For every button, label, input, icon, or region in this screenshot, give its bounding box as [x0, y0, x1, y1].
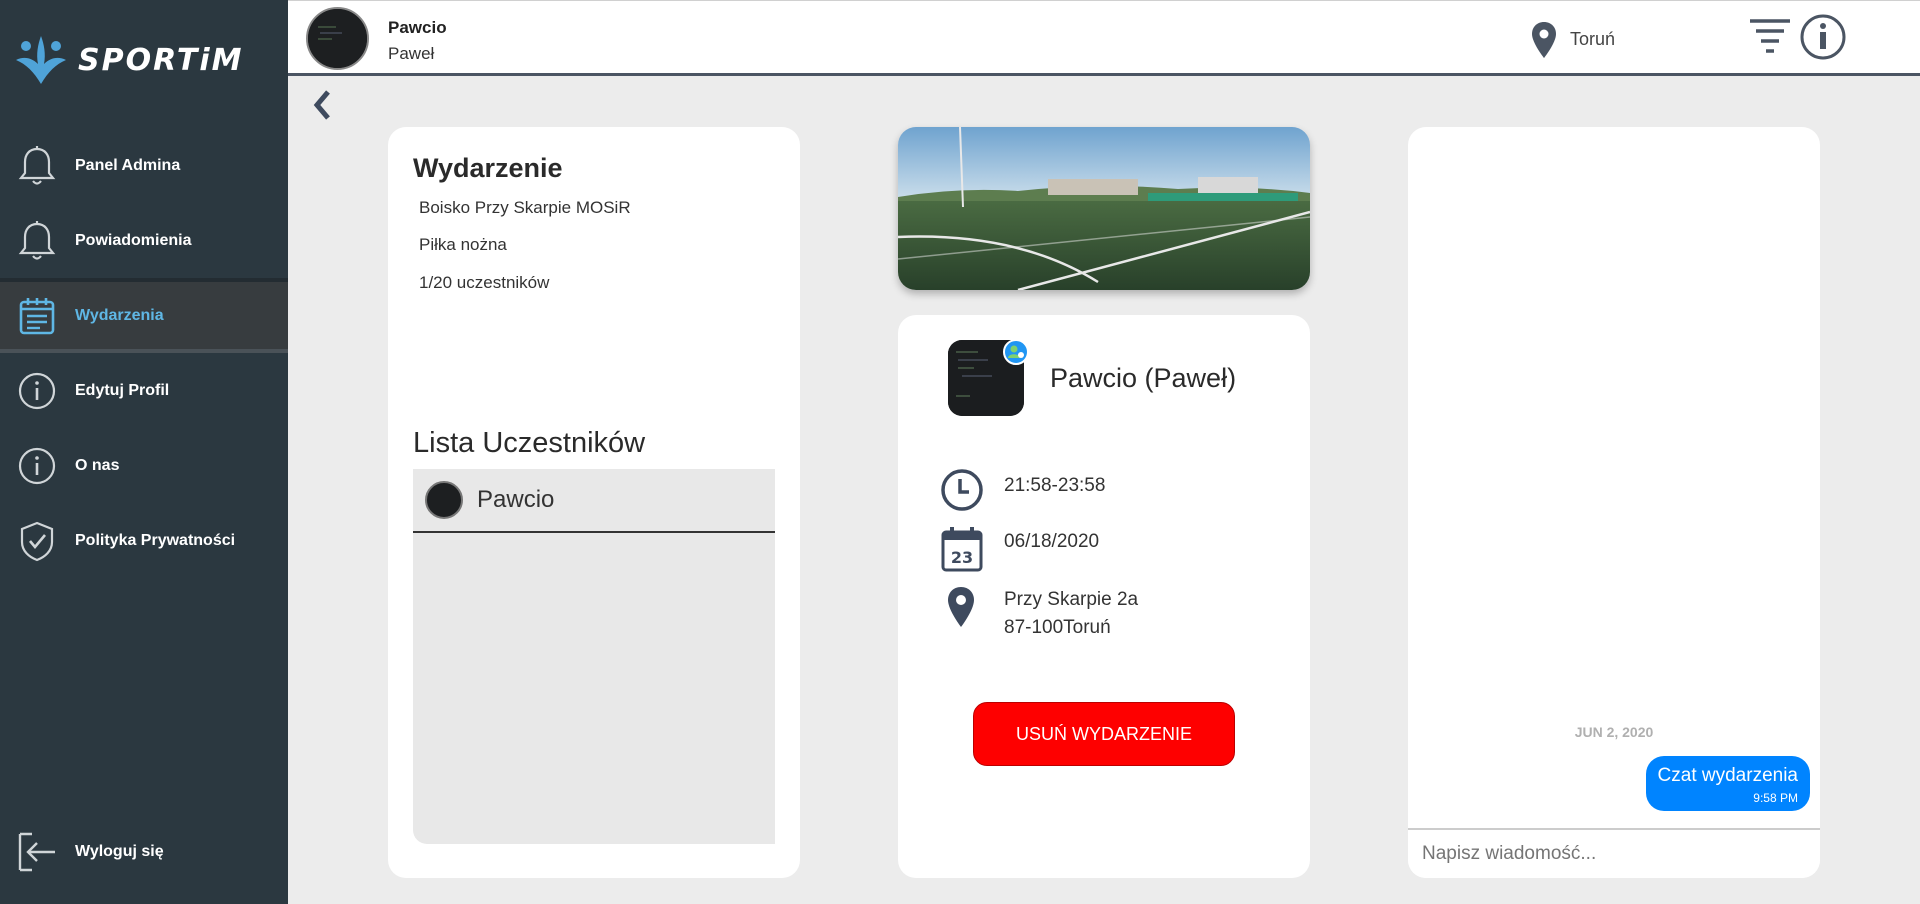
sidebar-item-powiadomienia[interactable]: Powiadomienia	[0, 203, 288, 278]
event-title: Wydarzenie	[413, 153, 563, 183]
sidebar-item-label: Panel Admina	[75, 156, 181, 174]
sidebar-item-polityka-prywatnosci[interactable]: Polityka Prywatności	[0, 503, 288, 578]
sidebar: SPORTiM Panel Admina Powiadomienia Wydar…	[0, 0, 288, 904]
sidebar-item-label: O nas	[75, 456, 120, 474]
event-details-card: Pawcio (Paweł) 21:58-23:58 23 06/18/2020…	[898, 315, 1310, 878]
calendar-list-icon	[16, 295, 58, 337]
event-date: 06/18/2020	[1004, 531, 1100, 552]
info-circle-icon	[16, 445, 58, 487]
sidebar-item-o-nas[interactable]: O nas	[0, 428, 288, 503]
calendar-icon: 23	[940, 526, 984, 577]
participant-row[interactable]: Pawcio	[413, 469, 775, 533]
user-nickname: Pawcio	[388, 18, 447, 37]
sidebar-item-edytuj-profil[interactable]: Edytuj Profil	[0, 353, 288, 428]
chat-message-input[interactable]	[1408, 828, 1820, 878]
sidebar-item-label: Polityka Prywatności	[75, 531, 236, 549]
sportim-logo[interactable]: SPORTiM	[12, 30, 277, 90]
user-avatar[interactable]	[306, 7, 369, 70]
chat-message-time: 9:58 PM	[1753, 791, 1798, 805]
event-chat-card: JUN 2, 2020 Czat wydarzenia 9:58 PM	[1408, 127, 1820, 878]
event-sport: Piłka nożna	[419, 235, 507, 254]
location-pin-icon	[946, 585, 976, 634]
logo-icon	[16, 36, 66, 84]
bell-icon	[16, 145, 58, 187]
clock-icon	[940, 468, 984, 517]
sidebar-item-label: Wydarzenia	[75, 306, 164, 324]
top-bar: Pawcio Paweł Toruń	[288, 0, 1920, 76]
delete-event-button[interactable]: USUŃ WYDARZENIE	[973, 702, 1235, 766]
back-arrow-icon[interactable]	[310, 88, 336, 127]
chat-message-bubble[interactable]: Czat wydarzenia 9:58 PM	[1645, 756, 1810, 811]
participant-name: Pawcio	[477, 486, 555, 513]
event-address-line1: Przy Skarpie 2a	[1004, 589, 1139, 610]
chat-date-separator: JUN 2, 2020	[1574, 724, 1654, 740]
info-icon[interactable]	[1798, 12, 1848, 67]
event-participants-count: 1/20 uczestników	[419, 273, 550, 292]
event-address-line2: 87-100Toruń	[1004, 617, 1111, 638]
location-label[interactable]: Toruń	[1570, 29, 1615, 50]
shield-check-icon	[16, 520, 58, 562]
event-time: 21:58-23:58	[1004, 475, 1106, 496]
sidebar-nav: Panel Admina Powiadomienia Wydarzenia Ed…	[0, 128, 288, 578]
info-circle-icon	[16, 370, 58, 412]
logo-text: SPORTiM	[78, 42, 244, 78]
sidebar-item-panel-admina[interactable]: Panel Admina	[0, 128, 288, 203]
bell-icon	[16, 220, 58, 262]
user-name: Paweł	[388, 44, 435, 63]
filter-icon[interactable]	[1748, 17, 1792, 64]
event-venue: Boisko Przy Skarpie MOSiR	[419, 198, 631, 217]
organizer-badge-icon	[1003, 339, 1029, 365]
location-pin-icon[interactable]	[1530, 21, 1558, 64]
participants-list-title: Lista Uczestników	[413, 427, 646, 459]
calendar-icon-day: 23	[951, 548, 973, 567]
sidebar-item-label: Powiadomienia	[75, 231, 192, 249]
chat-message-text: Czat wydarzenia	[1657, 765, 1798, 786]
event-info-card: Wydarzenie Boisko Przy Skarpie MOSiR Pił…	[388, 127, 800, 878]
logout-label: Wyloguj się	[75, 842, 164, 860]
sidebar-item-wydarzenia[interactable]: Wydarzenia	[0, 278, 288, 353]
venue-photo	[898, 127, 1310, 290]
participants-list: Pawcio	[413, 469, 775, 844]
logout-icon	[16, 831, 58, 873]
sidebar-item-label: Edytuj Profil	[75, 381, 170, 399]
organizer-name: Pawcio (Paweł)	[1050, 363, 1237, 393]
logout-button[interactable]: Wyloguj się	[0, 814, 288, 889]
participant-avatar	[425, 481, 463, 519]
